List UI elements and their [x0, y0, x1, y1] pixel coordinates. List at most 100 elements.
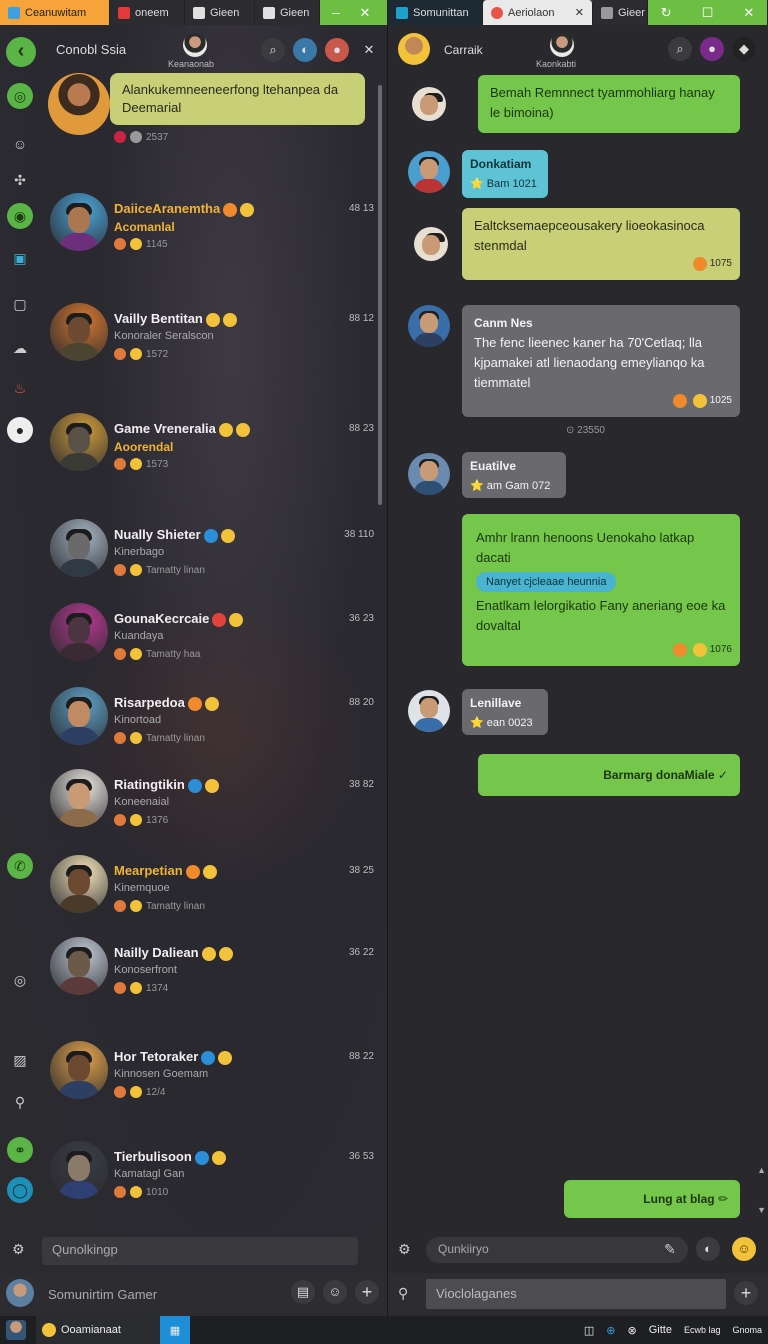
pin-icon[interactable]: ⚲	[7, 1089, 33, 1115]
sticker-icon[interactable]: ◐	[696, 1237, 720, 1261]
camera-icon[interactable]: ◎	[7, 967, 33, 993]
document-icon[interactable]: ▢	[7, 291, 33, 317]
contact-card[interactable]: Lenillave ⭐ ean 0023	[462, 689, 548, 735]
message-input[interactable]: Qunkiiryo	[426, 1237, 688, 1263]
close-icon[interactable]: ✕	[353, 0, 377, 25]
chat-icon[interactable]: ◎	[7, 83, 33, 109]
taskbar-app[interactable]: Ooamianaat	[36, 1316, 160, 1344]
header-avatar[interactable]	[183, 33, 207, 57]
pinned-message-meta: 2537	[114, 131, 168, 143]
emoji-icon[interactable]: ☺	[323, 1280, 347, 1304]
sent-message-bubble[interactable]: Lung at blag ✏	[564, 1180, 740, 1218]
tray-icon-2[interactable]: ⊕	[600, 1316, 621, 1344]
avatar[interactable]	[412, 87, 446, 121]
tab-close-icon[interactable]: ✕	[575, 6, 584, 19]
contact-item[interactable]: Hor Tetoraker Kinnosen Goemam 12/4 88 22	[48, 1037, 378, 1117]
pin-icon[interactable]: ⚲	[398, 1285, 408, 1302]
close-icon[interactable]: ✕	[737, 0, 761, 25]
message-bubble[interactable]: Bemah Remnnect tyammohliarg hanay le bim…	[478, 75, 740, 133]
avatar[interactable]	[408, 305, 450, 347]
globe-icon[interactable]: ◐	[293, 38, 317, 62]
add-icon[interactable]: +	[734, 1281, 758, 1305]
contact-item[interactable]: Game Vreneralia Aoorendal 1573 88 23	[48, 409, 378, 489]
tab-somunittan[interactable]: Somunittan	[388, 0, 483, 25]
phone-icon[interactable]: ✆	[7, 853, 33, 879]
message-meta: 1025	[670, 391, 732, 411]
message-bubble[interactable]: Amhr lrann henoons Uenokaho latkap dacat…	[462, 514, 740, 666]
tray-label[interactable]: Gitte	[643, 1316, 678, 1344]
document-icon[interactable]: ▤	[291, 1280, 315, 1304]
tab-gieen-2[interactable]: Gieen	[255, 0, 320, 25]
contact-item[interactable]: Riatingtikin Koneenaial 1376 38 82	[48, 765, 378, 845]
tab-ceanuwitam[interactable]: Ceanuwitam	[0, 0, 110, 25]
avatar[interactable]	[408, 690, 450, 732]
message-tag[interactable]: Nanyet cjcleaae heunnia	[476, 572, 617, 592]
reaction-icon	[114, 900, 126, 912]
tab-gieer[interactable]: Gieer	[593, 0, 648, 25]
search-icon[interactable]: ⌕	[668, 37, 692, 61]
contact-item[interactable]: Mearpetian Kinemquoe Tamatty linan 38 25	[48, 851, 378, 931]
people-icon[interactable]: ☺	[7, 131, 33, 157]
tab-oneem[interactable]: oneem	[110, 0, 185, 25]
pinned-message-bubble[interactable]: Alankukemneeneerfong ltehanpea da Deemar…	[110, 73, 365, 125]
tray-icon-3[interactable]: ⊗	[622, 1316, 643, 1344]
message-icon[interactable]: ◉	[7, 203, 33, 229]
reaction-icon	[114, 348, 126, 360]
contact-item[interactable]: DaiiceAranemtha Acomanlal 1145 48 13	[48, 189, 378, 269]
link-icon[interactable]: ⚭	[7, 1137, 33, 1163]
panda-icon[interactable]: ●	[7, 417, 33, 443]
back-button[interactable]: ‹	[6, 37, 36, 67]
cloud-icon[interactable]: ☁	[7, 335, 33, 361]
sent-message-bubble[interactable]: Barmarg donaMiale ✓	[478, 754, 740, 796]
apps-icon[interactable]: ✣	[7, 167, 33, 193]
contact-item[interactable]: Nually Shieter Kinerbago Tamatty linan 38 1…	[48, 515, 378, 595]
avatar[interactable]	[408, 453, 450, 495]
emoji-badge	[229, 612, 244, 627]
scrollbar[interactable]	[378, 85, 382, 505]
bubble-icon[interactable]: ◯	[7, 1177, 33, 1203]
contact-item[interactable]: Vailly Bentitan Konoraler Seralscon 1572 88…	[48, 299, 378, 379]
tray-icon-1[interactable]: ◫	[578, 1316, 600, 1344]
reaction-icon	[130, 1186, 142, 1198]
contact-card[interactable]: Euatilve ⭐ am Gam 072	[462, 452, 566, 498]
close-icon[interactable]: ✕	[357, 38, 381, 62]
contact-item[interactable]: Nailly Daliean Konoserfront 1374 36 22	[48, 933, 378, 1013]
attach-icon[interactable]: ⚙	[12, 1241, 25, 1258]
folder-icon[interactable]: ▣	[7, 245, 33, 271]
message-bubble[interactable]: Canm Nes The fenc lieenec kaner ha 70'Ce…	[462, 305, 740, 417]
tray-label[interactable]: Gnoma	[726, 1316, 768, 1344]
avatar[interactable]	[48, 73, 110, 135]
mask-icon[interactable]: ◆	[732, 37, 756, 61]
search-input[interactable]: Qunolkingp	[42, 1237, 358, 1265]
message-bubble[interactable]: Ealtcksemaepceousakery lioeokasinoca ste…	[462, 208, 740, 280]
edit-icon[interactable]: ✎	[664, 1241, 676, 1258]
contact-item[interactable]: GounaKecrcaie Kuandaya Tamatty haa 36 23	[48, 599, 378, 679]
refresh-icon[interactable]: ↻	[654, 0, 678, 25]
scroll-down-icon[interactable]: ▼	[757, 1205, 766, 1215]
gear-icon[interactable]: ⚙	[398, 1241, 411, 1258]
start-button[interactable]	[0, 1316, 36, 1344]
minimize-icon[interactable]: –	[324, 0, 348, 25]
header-avatar[interactable]	[550, 33, 574, 57]
contact-item[interactable]: Tierbulisoon Kamatagl Gan 1010 36 53	[48, 1137, 378, 1217]
fire-icon[interactable]: ♨	[7, 375, 33, 401]
user-avatar[interactable]	[6, 1279, 34, 1307]
add-icon[interactable]: +	[355, 1280, 379, 1304]
search-icon[interactable]: ⌕	[261, 38, 285, 62]
grid-icon[interactable]: ▦	[160, 1316, 190, 1344]
avatar[interactable]	[408, 151, 450, 193]
contact-card[interactable]: Donkatiam ⭐ Bam 1021	[462, 150, 548, 198]
scroll-up-icon[interactable]: ▲	[757, 1165, 766, 1175]
image-icon[interactable]: ▨	[7, 1047, 33, 1073]
maximize-icon[interactable]: ☐	[695, 0, 719, 25]
tab-gieen-1[interactable]: Gieen	[185, 0, 255, 25]
contact-item[interactable]: Risarpedoa Kinortoad Tamatty linan 88 20	[48, 683, 378, 763]
profile-icon[interactable]: ●	[325, 38, 349, 62]
tray-label[interactable]: Ecwb lag	[678, 1316, 727, 1344]
emoji-icon[interactable]: ☺	[732, 1237, 756, 1261]
tab-aeriolaon[interactable]: Aeriolaon ✕	[483, 0, 593, 25]
avatar[interactable]	[414, 227, 448, 261]
compose-input[interactable]: Vioclolaganes	[426, 1279, 726, 1309]
chat-avatar[interactable]	[398, 33, 430, 65]
profile-icon[interactable]: ●	[700, 37, 724, 61]
